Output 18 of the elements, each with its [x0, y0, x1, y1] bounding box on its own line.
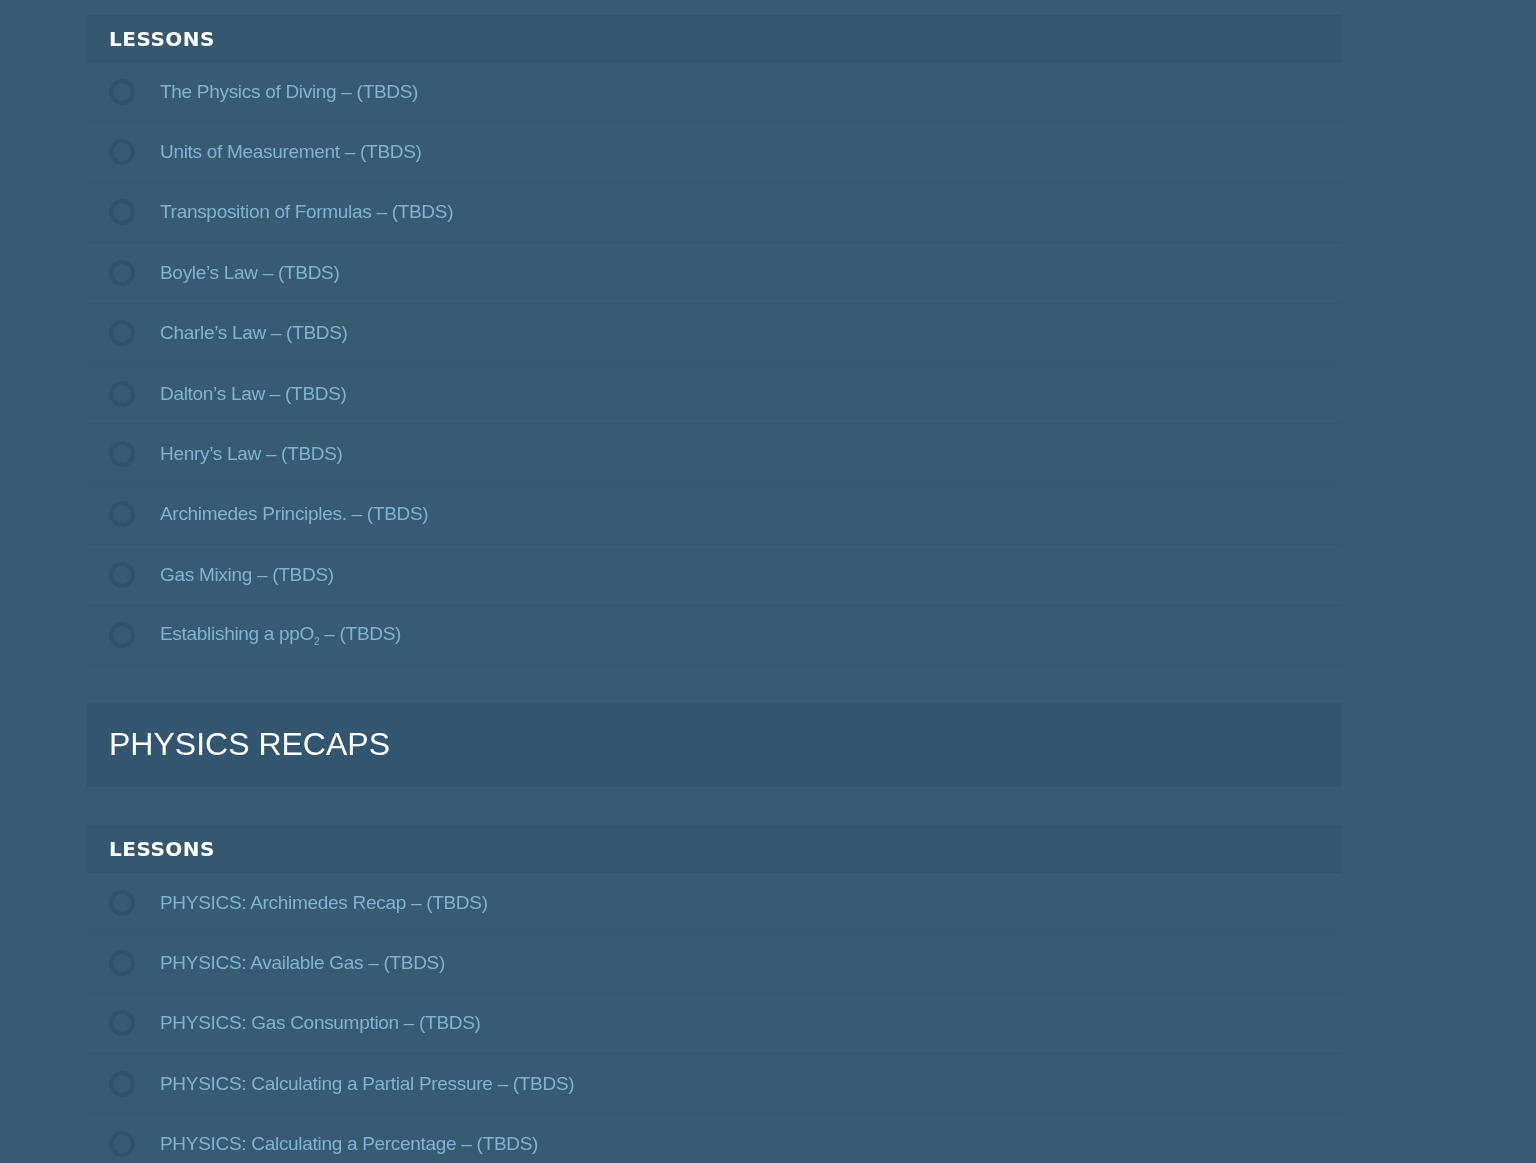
lesson-link[interactable]: Gas Mixing – (TBDS)	[160, 563, 334, 586]
lesson-link[interactable]: PHYSICS: Available Gas – (TBDS)	[160, 952, 445, 974]
lesson-link[interactable]: Charle’s Law – (TBDS)	[160, 322, 348, 345]
lessons-heading: LESSONS	[86, 15, 1341, 62]
lesson-link[interactable]: PHYSICS: Calculating a Percentage – (TBDS)	[160, 1133, 539, 1156]
lesson-link[interactable]: Dalton’s Law – (TBDS)	[160, 382, 347, 405]
lesson-link[interactable]: PHYSICS: Gas Consumption – (TBDS)	[160, 1012, 481, 1035]
lesson-link[interactable]: Establishing a ppO$_{2}$ – (TBDS)	[160, 623, 402, 648]
lesson-link[interactable]: PHYSICS: Calculating a Partial Pressure – (TBDS)	[160, 1072, 575, 1095]
lesson-link[interactable]: The Physics of Diving – (TBDS)	[160, 80, 419, 103]
lessons-heading: LESSONS	[86, 825, 1341, 873]
lesson-link[interactable]: PHYSICS: Archimedes Recap – (TBDS)	[160, 891, 488, 914]
lesson-link[interactable]: Units of Measurement – (TBDS)	[160, 141, 422, 164]
lesson-link[interactable]: Archimedes Principles. – (TBDS)	[160, 503, 429, 526]
lesson-link[interactable]: Transposition of Formulas – (TBDS)	[160, 201, 454, 224]
lesson-link[interactable]: Boyle’s Law – (TBDS)	[160, 261, 340, 284]
lesson-link[interactable]: Henry’s Law – (TBDS)	[160, 443, 343, 466]
section-title: PHYSICS RECAPS	[86, 702, 1341, 787]
